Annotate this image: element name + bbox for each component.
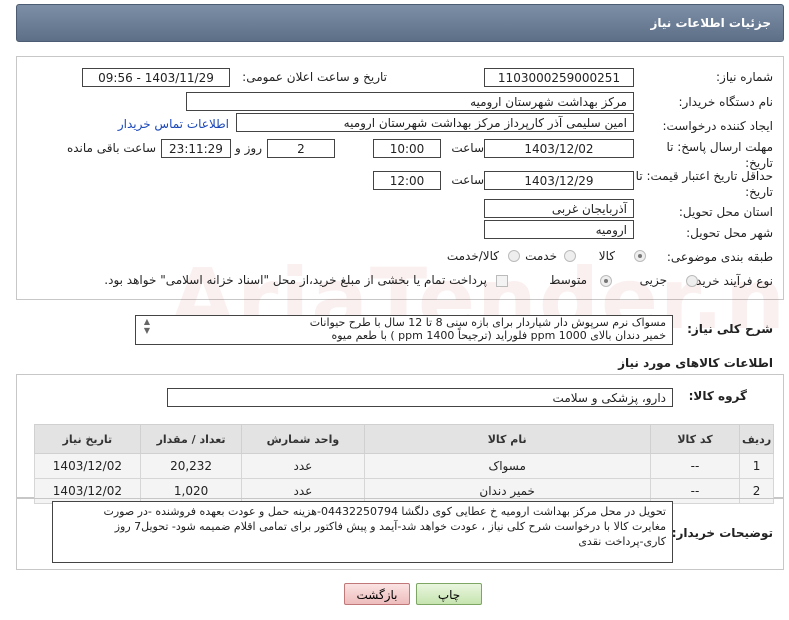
delivery-city-field: ارومیه [484,220,634,239]
item-quantity: 20,232 [139,453,243,479]
col-need-date: تاریخ نیاز [34,424,141,454]
deadline-date-field: 1403/12/02 [484,139,634,158]
summary-scroll-arrows[interactable]: ▲ ▼ [142,317,152,335]
goods-group-field: دارو، پزشکی و سلامت [167,388,673,407]
delivery-city-label: شهر محل تحویل: [686,226,773,240]
print-button[interactable]: چاپ [416,583,482,605]
need-summary-label: شرح کلی نیاز: [687,322,773,336]
process-option-minor: جزیی [639,273,667,287]
announce-datetime-label: تاریخ و ساعت اعلان عمومی: [242,70,387,84]
process-radio-minor[interactable] [686,275,698,287]
purchase-process-label: نوع فرآیند خرید : [688,274,773,288]
process-radio-medium[interactable] [600,275,612,287]
category-radio-goods-service[interactable] [508,250,520,262]
requester-field: امین سلیمی آذر کارپرداز مرکز بهداشت شهرس… [236,113,634,132]
summary-line-1: مسواک نرم سرپوش دار شیاردار برای بازه سن… [309,316,666,329]
category-option-service: خدمت [525,249,557,263]
need-summary-field: مسواک نرم سرپوش دار شیاردار برای بازه سن… [135,315,673,345]
col-quantity: تعداد / مقدار [139,424,243,454]
category-label: طبقه بندی موضوعی: [666,250,773,264]
col-row-number: ردیف [739,424,774,454]
treasury-payment-checkbox[interactable] [496,275,508,287]
goods-table-header: ردیف کد کالا نام کالا واحد شمارش تعداد /… [34,424,774,454]
validity-time-field: 12:00 [373,171,441,190]
item-unit: عدد [241,453,365,479]
remaining-time-field: 23:11:29 [161,139,231,158]
col-item-name: نام کالا [363,424,651,454]
table-row: 1 -- مسواک عدد 20,232 1403/12/02 [34,453,774,479]
need-number-field: 1103000259000251 [484,68,634,87]
category-option-goods: کالا [598,249,615,263]
category-radio-service[interactable] [564,250,576,262]
buyer-notes-field: تحویل در محل مرکز بهداشت ارومیه خ عطایی … [52,501,673,563]
deadline-time-field: 10:00 [373,139,441,158]
need-number-label: شماره نیاز: [716,70,773,84]
delivery-province-label: استان محل تحویل: [678,205,773,219]
validity-time-label: ساعت [451,173,484,187]
summary-line-2: خمیر دندان بالای ppm 1000 فلوراید (ترجیح… [331,329,666,342]
back-button[interactable]: بازگشت [344,583,410,605]
notes-line-2: مغایرت کالا با درخواست شرح کلی نیاز ، عو… [114,520,666,533]
treasury-payment-note: پرداخت تمام یا بخشی از مبلغ خرید،از محل … [104,273,487,287]
validity-date-field: 1403/12/29 [484,171,634,190]
announce-datetime-field: 1403/11/29 - 09:56 [82,68,230,87]
buyer-contact-link[interactable]: اطلاعات تماس خریدار [118,117,229,131]
row-number: 1 [739,453,774,479]
item-need-date: 1403/12/02 [34,453,141,479]
days-label: روز و [235,141,262,155]
notes-line-3: کاری-پرداخت نقدی [578,535,666,548]
remaining-time-label: ساعت باقی مانده [66,141,156,155]
col-item-code: کد کالا [649,424,741,454]
page-header: جزئیات اطلاعات نیاز [16,4,784,42]
category-radio-goods[interactable] [634,250,646,262]
page-title: جزئیات اطلاعات نیاز [650,16,771,30]
buyer-name-field: مرکز بهداشت شهرستان ارومیه [186,92,634,111]
delivery-province-field: آذربایجان غربی [484,199,634,218]
item-name: مسواک [363,453,651,479]
notes-line-1: تحویل در محل مرکز بهداشت ارومیه خ عطایی … [103,505,666,518]
item-code: -- [649,453,741,479]
deadline-time-label: ساعت [451,141,484,155]
goods-table: ردیف کد کالا نام کالا واحد شمارش تعداد /… [34,424,774,504]
goods-group-label: گروه کالا: [688,389,747,403]
col-unit: واحد شمارش [241,424,365,454]
buyer-name-label: نام دستگاه خریدار: [678,95,774,109]
goods-section-title: اطلاعات کالاهای مورد نیاز [618,356,773,370]
price-validity-label: حداقل تاریخ اعتبار قیمت: تا تاریخ: [635,169,773,199]
days-remaining-field: 2 [267,139,335,158]
buyer-notes-label: توضیحات خریدار: [671,526,773,540]
requester-label: ایجاد کننده درخواست: [662,119,773,133]
process-option-medium: متوسط [549,273,587,287]
category-option-goods-service: کالا/خدمت [446,249,499,263]
response-deadline-label: مهلت ارسال پاسخ: تا تاریخ: [666,140,773,170]
